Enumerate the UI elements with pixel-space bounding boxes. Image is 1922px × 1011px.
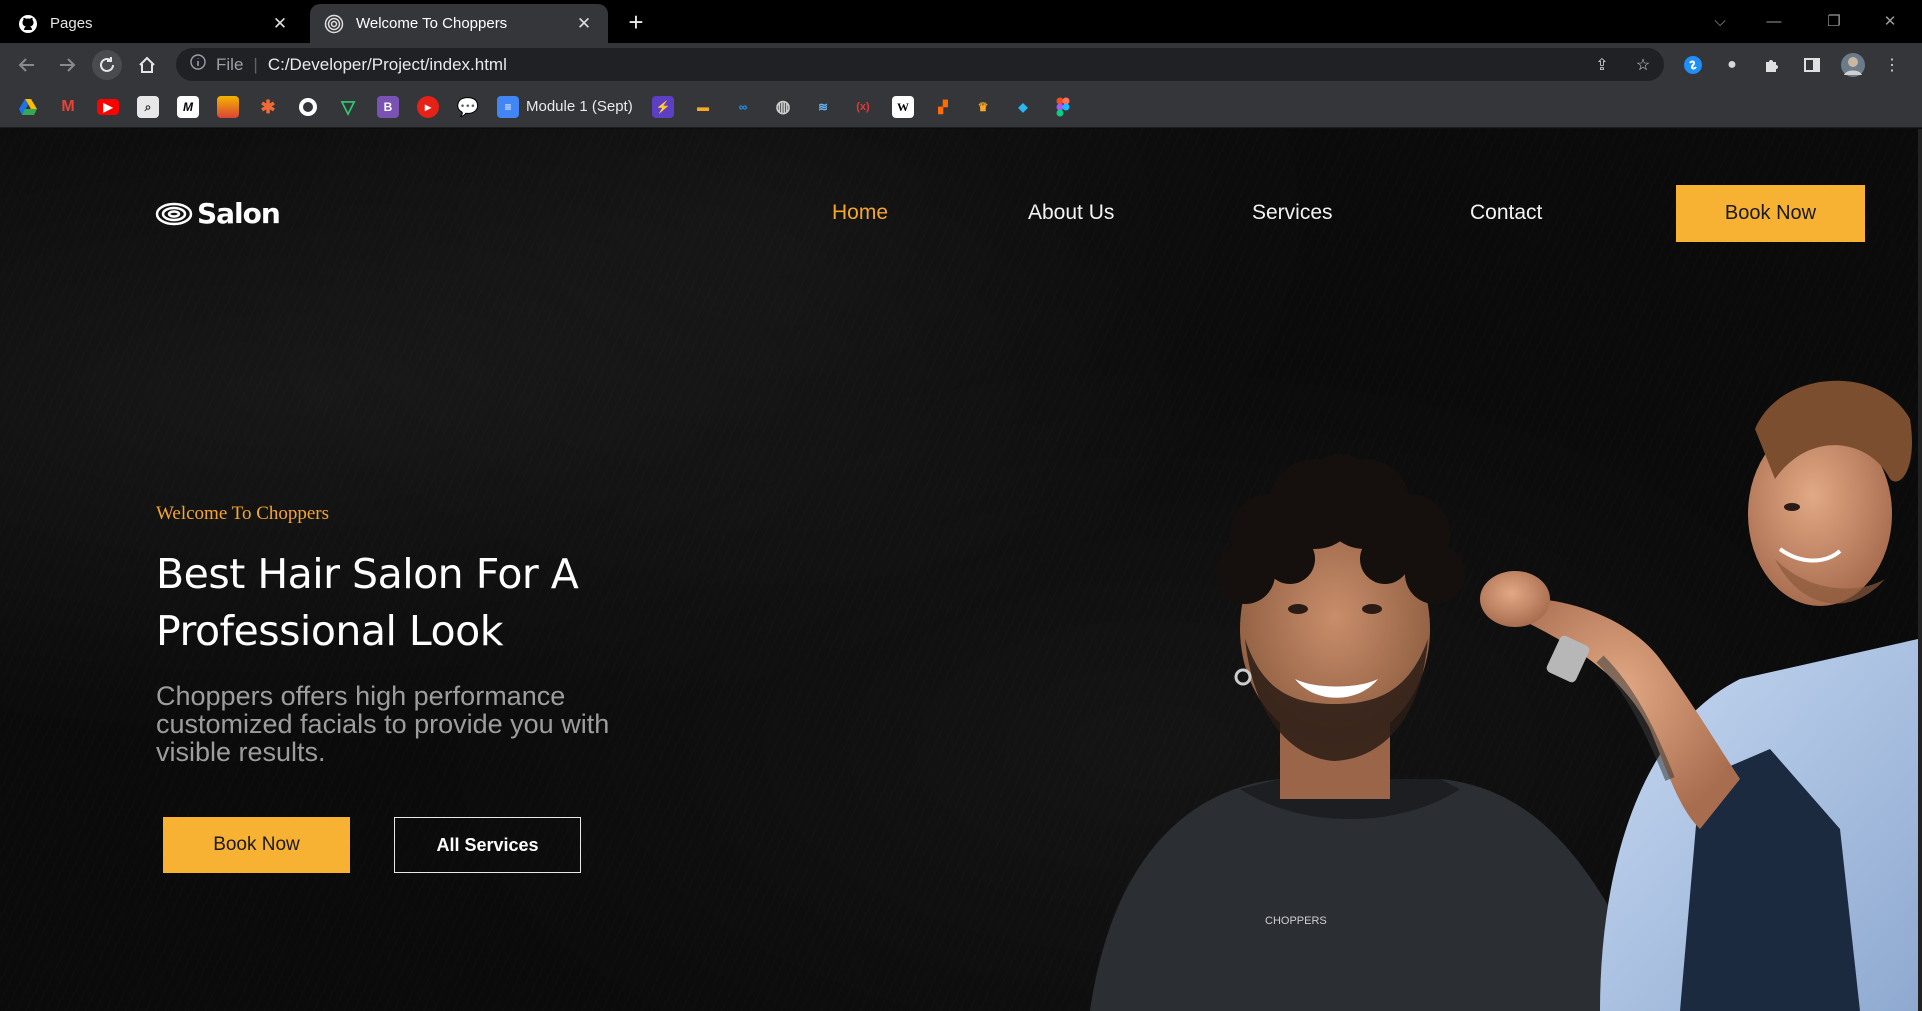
- all-services-button[interactable]: All Services: [394, 817, 581, 873]
- url-separator: |: [253, 54, 258, 74]
- medium-icon[interactable]: M: [177, 96, 199, 118]
- youtube-icon[interactable]: ▶: [97, 99, 119, 115]
- bookmark-star-icon[interactable]: ☆: [1628, 50, 1658, 80]
- tab-strip: Pages ✕ Welcome To Choppers ✕ + ⌵ — ❐ ✕: [0, 0, 1922, 43]
- bookmark-label[interactable]: Module 1 (Sept): [526, 98, 633, 115]
- bootstrap-icon[interactable]: B: [377, 96, 399, 118]
- tab-pages[interactable]: Pages ✕: [4, 4, 304, 43]
- gmail-icon[interactable]: M: [57, 96, 79, 118]
- code-icon[interactable]: (x): [852, 96, 874, 118]
- new-tab-button[interactable]: +: [622, 9, 650, 37]
- bookmark-icon[interactable]: ▬: [692, 96, 714, 118]
- scrollbar[interactable]: [1918, 129, 1922, 1011]
- info-icon[interactable]: [190, 54, 206, 75]
- address-bar[interactable]: File | C:/Developer/Project/index.html: [176, 48, 1664, 81]
- logo-text: Salon: [197, 197, 281, 230]
- bookmarks-bar: M ▶ ⌕ M ✱ ▽ B ▸ 💬 ≡ Module 1 (Sept) ⚡ ▬ …: [0, 86, 1922, 128]
- youtube-music-icon[interactable]: ▸: [417, 96, 439, 118]
- vue-icon[interactable]: ▽: [337, 96, 359, 118]
- book-now-header-button[interactable]: Book Now: [1676, 185, 1865, 242]
- share-icon[interactable]: ⇪: [1587, 50, 1617, 80]
- meta-icon[interactable]: ∞: [732, 96, 754, 118]
- menu-icon[interactable]: ⋮: [1877, 50, 1907, 80]
- cape-logo: CHOPPERS: [1265, 915, 1327, 927]
- hero-headline: Best Hair Salon For A Professional Look: [156, 550, 579, 655]
- tab-title: Welcome To Choppers: [356, 15, 508, 32]
- home-button[interactable]: [132, 50, 162, 80]
- side-panel-icon[interactable]: [1797, 50, 1827, 80]
- url-text[interactable]: C:/Developer/Project/index.html: [268, 55, 507, 75]
- avatar[interactable]: [1838, 50, 1868, 80]
- crown-icon[interactable]: ♛: [972, 96, 994, 118]
- lightning-icon[interactable]: ⚡: [652, 96, 674, 118]
- nav-services[interactable]: Services: [1252, 201, 1333, 225]
- minimize-button[interactable]: —: [1752, 6, 1796, 36]
- chat-icon[interactable]: 💬: [457, 96, 479, 118]
- close-icon[interactable]: ✕: [574, 14, 594, 34]
- figma-icon[interactable]: [1052, 96, 1074, 118]
- url-scheme: File: [216, 54, 244, 74]
- back-button[interactable]: [12, 50, 42, 80]
- globe-icon[interactable]: ◍: [772, 96, 794, 118]
- salon-logo-icon: [324, 14, 344, 34]
- nav-home[interactable]: Home: [832, 201, 888, 225]
- book-now-button[interactable]: Book Now: [163, 817, 350, 873]
- github-icon: [18, 14, 38, 34]
- website-page: Salon Home About Us Services Contact Boo…: [0, 129, 1918, 1011]
- extension-shazam-icon[interactable]: [1678, 50, 1708, 80]
- hero-photo: CHOPPERS: [1090, 380, 1918, 1011]
- tab-search-icon[interactable]: ⌵: [1698, 6, 1742, 36]
- wikipedia-icon[interactable]: W: [892, 96, 914, 118]
- google-docs-icon[interactable]: ≡: [497, 96, 519, 118]
- tab-welcome[interactable]: Welcome To Choppers ✕: [310, 4, 608, 43]
- browser-toolbar: File | C:/Developer/Project/index.html ⇪…: [0, 43, 1922, 86]
- drop-icon[interactable]: ◆: [1012, 96, 1034, 118]
- tab-title: Pages: [50, 15, 93, 32]
- restore-button[interactable]: ❐: [1812, 6, 1856, 36]
- hero-eyebrow: Welcome To Choppers: [156, 503, 330, 524]
- close-icon[interactable]: ✕: [270, 14, 290, 34]
- salon-logo-icon: [155, 202, 193, 225]
- asterisk-icon[interactable]: ✱: [257, 96, 279, 118]
- extension-icon[interactable]: ●: [1717, 50, 1747, 80]
- forward-button[interactable]: [52, 50, 82, 80]
- nav-contact[interactable]: Contact: [1470, 201, 1542, 225]
- github-icon[interactable]: [297, 96, 319, 118]
- reload-button[interactable]: [92, 50, 122, 80]
- google-drive-icon[interactable]: [17, 96, 39, 118]
- close-window-button[interactable]: ✕: [1868, 6, 1912, 36]
- stack-icon[interactable]: ▞: [932, 96, 954, 118]
- shield-icon[interactable]: [217, 96, 239, 118]
- nav-about[interactable]: About Us: [1028, 201, 1114, 225]
- puzzle-icon[interactable]: [1757, 50, 1787, 80]
- site-logo[interactable]: Salon: [155, 197, 281, 230]
- hero-lead: Choppers offers high performance customi…: [156, 681, 610, 767]
- wifi-icon[interactable]: ≋: [812, 96, 834, 118]
- search-icon[interactable]: ⌕: [137, 96, 159, 118]
